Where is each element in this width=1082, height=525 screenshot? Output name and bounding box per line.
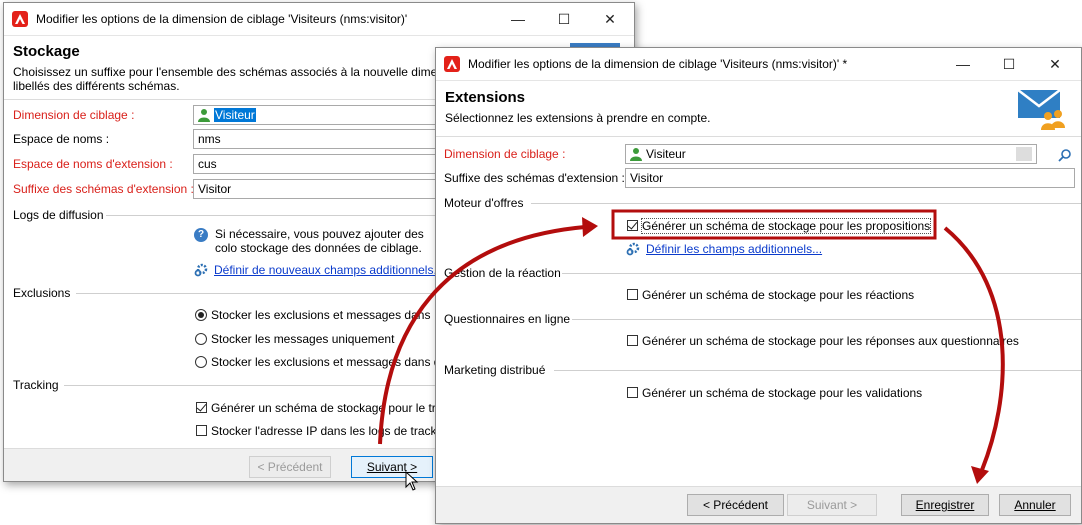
close-icon[interactable]: ✕: [587, 3, 633, 35]
exclusions-radio-2[interactable]: [195, 333, 207, 345]
marketing-section-line: [554, 370, 1081, 371]
save-button[interactable]: Enregistrer: [901, 494, 989, 516]
offers-option[interactable]: Générer un schéma de stockage pour les p…: [640, 218, 932, 234]
maximize-icon[interactable]: ☐: [541, 3, 587, 35]
visitor-icon: [629, 147, 643, 161]
surveys-section-line: [572, 319, 1081, 320]
search-icon[interactable]: [1058, 148, 1072, 162]
page-description: Choisissez un suffixe pour l'ensemble de…: [13, 65, 469, 93]
suffix-label: Suffixe des schémas d'extension :: [13, 182, 194, 196]
field-clear-button[interactable]: [1016, 147, 1032, 161]
gear-icon: [626, 242, 640, 256]
window-title: Modifier les options de la dimension de …: [36, 12, 408, 26]
reaction-section-line: [562, 273, 1081, 274]
app-logo-icon: [444, 56, 460, 72]
dimension-value: Visiteur: [214, 108, 256, 122]
header-divider: [436, 136, 1081, 137]
exclusions-option-2[interactable]: Stocker les messages uniquement: [211, 332, 394, 346]
app-logo-icon: [12, 11, 28, 27]
namespace-label: Espace de noms :: [13, 132, 110, 146]
exclusions-section-title: Exclusions: [13, 286, 71, 300]
front-dialog: Modifier les options de la dimension de …: [435, 47, 1082, 524]
marketing-option[interactable]: Générer un schéma de stockage pour les v…: [642, 386, 922, 400]
tracking-checkbox-2[interactable]: [196, 425, 207, 436]
offers-section-title: Moteur d'offres: [444, 196, 524, 210]
back-next-button[interactable]: Suivant >: [351, 456, 433, 478]
next-button[interactable]: Suivant >: [787, 494, 877, 516]
surveys-checkbox[interactable]: [627, 335, 638, 346]
minimize-icon[interactable]: —: [495, 3, 541, 35]
tracking-section-title: Tracking: [13, 378, 59, 392]
tracking-option-2[interactable]: Stocker l'adresse IP dans les logs de tr…: [211, 424, 446, 438]
define-fields-link[interactable]: Définir les champs additionnels...: [646, 242, 822, 256]
page-title: Extensions: [445, 89, 526, 106]
marketing-checkbox[interactable]: [627, 387, 638, 398]
dimension-label: Dimension de ciblage :: [444, 147, 566, 161]
reaction-checkbox[interactable]: [627, 289, 638, 300]
cancel-button[interactable]: Annuler: [999, 494, 1071, 516]
reaction-section-title: Gestion de la réaction: [444, 266, 561, 280]
offers-option-label: Générer un schéma de stockage pour les p…: [642, 219, 931, 233]
logs-section-title: Logs de diffusion: [13, 208, 104, 222]
maximize-icon[interactable]: ☐: [986, 48, 1032, 80]
dimension-value: Visiteur: [646, 147, 686, 161]
back-titlebar[interactable]: Modifier les options de la dimension de …: [4, 3, 634, 36]
help-icon: ?: [194, 228, 208, 242]
mouse-cursor-icon: [405, 471, 419, 491]
logs-help-text: Si nécessaire, vous pouvez ajouter des c…: [215, 227, 424, 255]
dimension-label: Dimension de ciblage :: [13, 108, 135, 122]
exclusions-radio-1[interactable]: [195, 309, 207, 321]
dimension-field[interactable]: Visiteur: [625, 144, 1037, 164]
visitor-icon: [197, 108, 211, 122]
ext-namespace-label: Espace de noms d'extension :: [13, 157, 173, 171]
gear-icon: [194, 263, 208, 277]
suffix-label: Suffixe des schémas d'extension :: [444, 171, 625, 185]
exclusions-option-3[interactable]: Stocker les exclusions et messages dans …: [211, 355, 447, 369]
marketing-section-title: Marketing distribué: [444, 363, 546, 377]
suffix-field[interactable]: Visitor: [625, 168, 1075, 188]
save-label: Enregistrer: [915, 498, 975, 512]
window-title: Modifier les options de la dimension de …: [468, 57, 848, 71]
front-titlebar[interactable]: Modifier les options de la dimension de …: [436, 48, 1081, 81]
close-icon[interactable]: ✕: [1032, 48, 1078, 80]
tracking-checkbox-1[interactable]: [196, 402, 207, 413]
exclusions-radio-3[interactable]: [195, 356, 207, 368]
define-fields-link[interactable]: Définir de nouveaux champs additionnels.…: [214, 263, 443, 277]
minimize-icon[interactable]: —: [940, 48, 986, 80]
back-previous-button[interactable]: < Précédent: [249, 456, 331, 478]
exclusions-option-1[interactable]: Stocker les exclusions et messages dans: [211, 308, 430, 322]
previous-button[interactable]: < Précédent: [687, 494, 784, 516]
offers-section-line: [531, 203, 1081, 204]
cancel-label: Annuler: [1014, 498, 1056, 512]
surveys-section-title: Questionnaires en ligne: [444, 312, 571, 326]
reaction-option[interactable]: Générer un schéma de stockage pour les r…: [642, 288, 914, 302]
surveys-option[interactable]: Générer un schéma de stockage pour les r…: [642, 334, 1019, 348]
mail-users-icon: [1017, 89, 1065, 130]
page-description: Sélectionnez les extensions à prendre en…: [445, 111, 711, 125]
tracking-option-1[interactable]: Générer un schéma de stockage pour le tr…: [211, 401, 442, 415]
offers-checkbox[interactable]: [627, 220, 638, 231]
page-title: Stockage: [13, 43, 80, 60]
